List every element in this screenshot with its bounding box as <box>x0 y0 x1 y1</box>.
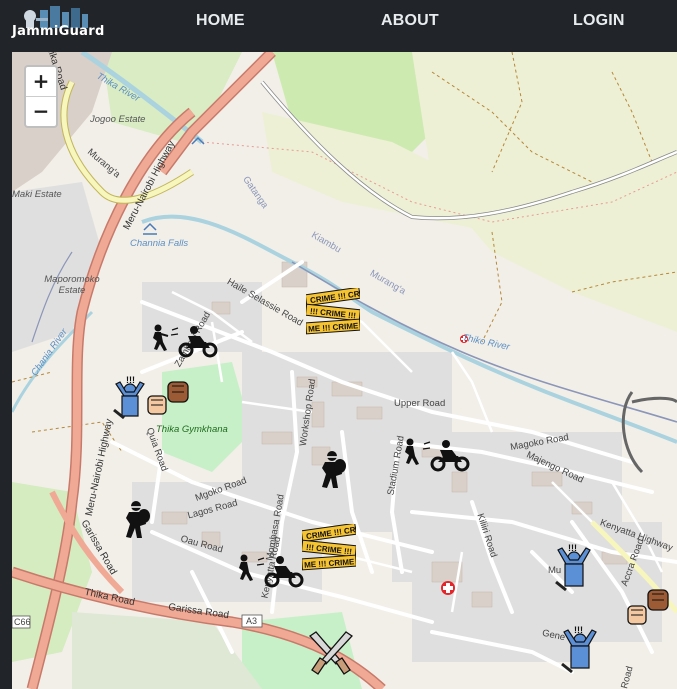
crossed-guns-icon <box>309 631 353 675</box>
label-channia: Channia Falls <box>130 238 189 249</box>
navbar: JammiGuard HOME ABOUT LOGIN <box>0 0 677 52</box>
crime-tape-icon: CRIME !!! CRIME !!! CRIME !!! ME !!! CRI… <box>302 524 356 571</box>
waterfall-icon <box>143 222 157 235</box>
crime-tape-icon: CRIME !!! CRIME !!! CRIME !!! ME !!! CRI… <box>306 288 360 335</box>
nav-about[interactable]: ABOUT <box>381 12 439 30</box>
label-maporomoko: Maporomoko Estate <box>44 274 100 296</box>
track-loop-2 <box>631 396 677 404</box>
zoom-in-button[interactable]: + <box>26 67 56 97</box>
fist-fight-icon: !!! <box>555 543 591 592</box>
thief-motorbike-icon <box>153 324 218 358</box>
label-maki-estate: Maki Estate <box>12 189 62 200</box>
hospital-icon[interactable] <box>441 581 455 595</box>
label-c66: C66 <box>14 617 31 627</box>
residential-left <box>12 182 102 352</box>
nav-login[interactable]: LOGIN <box>573 12 625 30</box>
label-a3: A3 <box>246 616 258 626</box>
thief-motorbike-icon <box>405 438 470 472</box>
fist-fight-icon <box>627 589 669 625</box>
burglar-icon <box>322 451 346 488</box>
label-gymkhana: Thika Gymkhana <box>156 424 228 435</box>
zoom-out-button[interactable]: − <box>26 97 56 126</box>
fist-fight-icon: !!! <box>113 375 189 420</box>
map-container[interactable]: Thika Road Thika River Jogoo Estate Mura… <box>12 52 677 689</box>
thief-motorbike-icon <box>239 554 304 588</box>
fist-fight-icon: !!! <box>561 625 597 674</box>
nav-home[interactable]: HOME <box>196 12 245 30</box>
label-upper-road: Upper Road <box>394 398 446 409</box>
svg-text:!!!: !!! <box>574 625 583 635</box>
farmland-right <box>412 52 677 332</box>
brand-logo[interactable]: JammiGuard <box>10 6 120 46</box>
zoom-control: + − <box>24 65 58 128</box>
burglar-icon <box>126 501 150 538</box>
label-jogoo-estate: Jogoo Estate <box>90 114 146 125</box>
svg-text:!!!: !!! <box>568 543 577 553</box>
brand-text: JammiGuard <box>12 24 105 39</box>
